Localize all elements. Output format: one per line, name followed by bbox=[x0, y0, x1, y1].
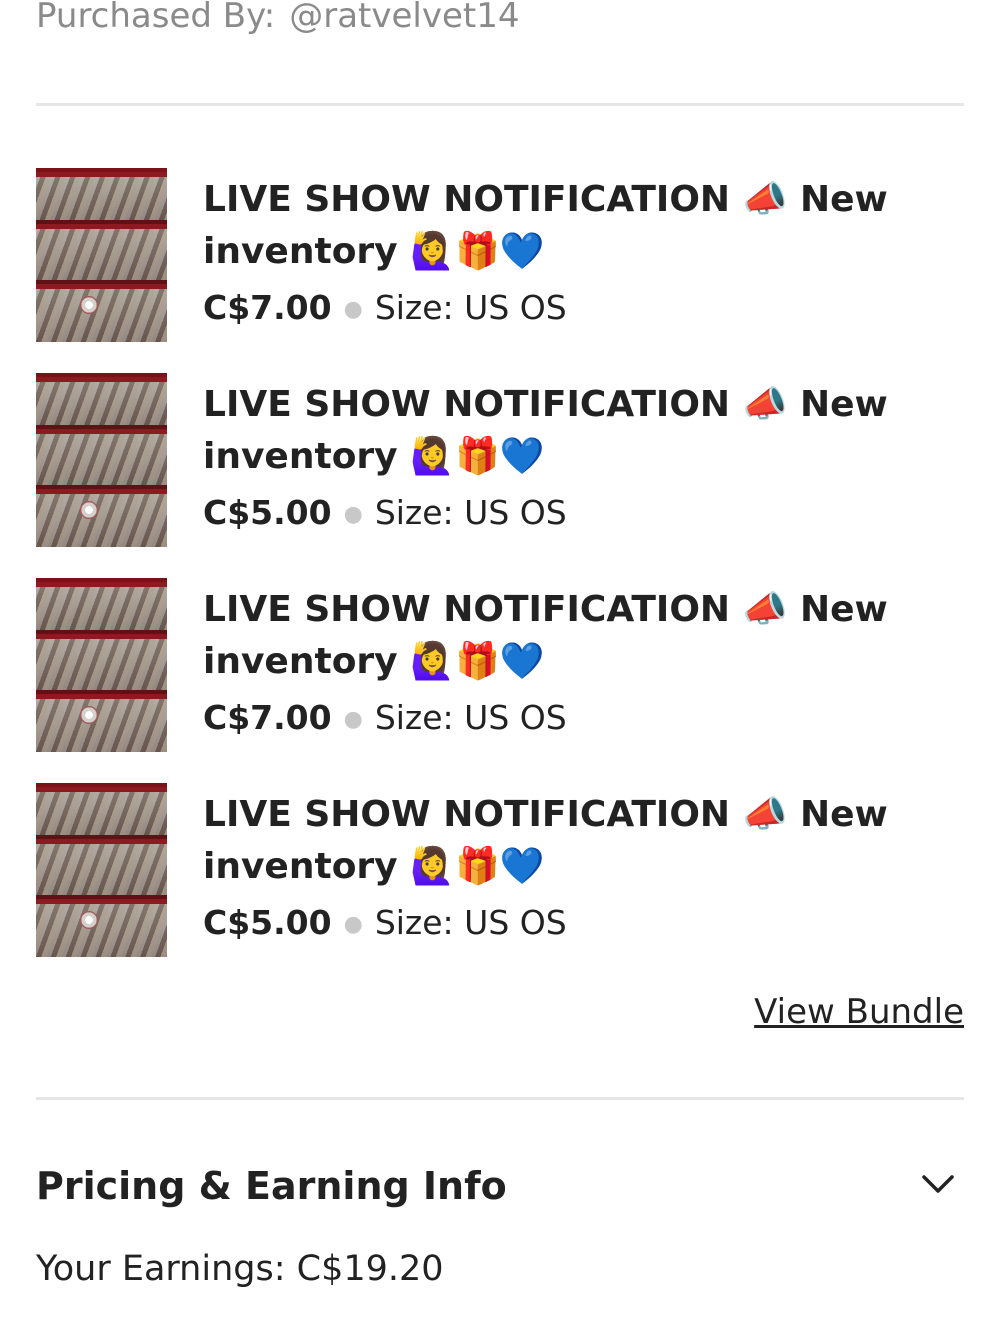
item-meta: C$5.00 ● Size: US OS bbox=[203, 897, 903, 951]
item-title-text: LIVE SHOW NOTIFICATION bbox=[203, 589, 731, 630]
item-thumbnail[interactable] bbox=[36, 373, 167, 547]
item-info: LIVE SHOW NOTIFICATION 📣 New inventory 🙋… bbox=[203, 789, 903, 951]
chevron-down-icon[interactable] bbox=[920, 1166, 956, 1202]
item-price: C$5.00 bbox=[203, 493, 332, 532]
item-price: C$7.00 bbox=[203, 698, 332, 737]
item-title[interactable]: LIVE SHOW NOTIFICATION 📣 New inventory 🙋… bbox=[203, 174, 903, 278]
separator-dot: ● bbox=[343, 911, 363, 937]
item-info: LIVE SHOW NOTIFICATION 📣 New inventory 🙋… bbox=[203, 174, 903, 336]
your-earnings: Your Earnings: C$19.20 bbox=[36, 1249, 444, 1289]
megaphone-icon: 📣 bbox=[742, 589, 788, 630]
megaphone-icon: 📣 bbox=[742, 179, 788, 220]
emoji-group-icon: 🙋‍♀️🎁💙 bbox=[410, 436, 545, 477]
pricing-section-title[interactable]: Pricing & Earning Info bbox=[36, 1160, 507, 1212]
item-thumbnail[interactable] bbox=[36, 783, 167, 957]
item-price: C$7.00 bbox=[203, 288, 332, 327]
buyer-username[interactable]: @ratvelvet14 bbox=[289, 0, 519, 36]
separator-dot: ● bbox=[343, 296, 363, 322]
item-title-text: LIVE SHOW NOTIFICATION bbox=[203, 794, 731, 835]
emoji-group-icon: 🙋‍♀️🎁💙 bbox=[410, 846, 545, 887]
megaphone-icon: 📣 bbox=[742, 384, 788, 425]
list-item[interactable]: LIVE SHOW NOTIFICATION 📣 New inventory 🙋… bbox=[36, 783, 964, 958]
separator-dot: ● bbox=[343, 706, 363, 732]
item-title[interactable]: LIVE SHOW NOTIFICATION 📣 New inventory 🙋… bbox=[203, 789, 903, 893]
divider bbox=[36, 1097, 964, 1100]
item-info: LIVE SHOW NOTIFICATION 📣 New inventory 🙋… bbox=[203, 584, 903, 746]
item-title[interactable]: LIVE SHOW NOTIFICATION 📣 New inventory 🙋… bbox=[203, 379, 903, 483]
item-thumbnail[interactable] bbox=[36, 168, 167, 342]
megaphone-icon: 📣 bbox=[742, 794, 788, 835]
list-item[interactable]: LIVE SHOW NOTIFICATION 📣 New inventory 🙋… bbox=[36, 373, 964, 548]
separator-dot: ● bbox=[343, 501, 363, 527]
item-title-text: LIVE SHOW NOTIFICATION bbox=[203, 179, 731, 220]
item-size: Size: US OS bbox=[374, 698, 567, 737]
divider bbox=[36, 103, 964, 106]
item-title-text: LIVE SHOW NOTIFICATION bbox=[203, 384, 731, 425]
item-size: Size: US OS bbox=[374, 903, 567, 942]
list-item[interactable]: LIVE SHOW NOTIFICATION 📣 New inventory 🙋… bbox=[36, 168, 964, 343]
view-bundle-link[interactable]: View Bundle bbox=[754, 988, 964, 1036]
emoji-group-icon: 🙋‍♀️🎁💙 bbox=[410, 641, 545, 682]
item-size: Size: US OS bbox=[374, 288, 567, 327]
purchased-by-line: Purchased By: @ratvelvet14 bbox=[36, 0, 519, 38]
item-meta: C$7.00 ● Size: US OS bbox=[203, 692, 903, 746]
item-title[interactable]: LIVE SHOW NOTIFICATION 📣 New inventory 🙋… bbox=[203, 584, 903, 688]
list-item[interactable]: LIVE SHOW NOTIFICATION 📣 New inventory 🙋… bbox=[36, 578, 964, 753]
item-meta: C$5.00 ● Size: US OS bbox=[203, 487, 903, 541]
item-thumbnail[interactable] bbox=[36, 578, 167, 752]
item-size: Size: US OS bbox=[374, 493, 567, 532]
purchased-by-label: Purchased By: bbox=[36, 0, 276, 36]
emoji-group-icon: 🙋‍♀️🎁💙 bbox=[410, 231, 545, 272]
item-price: C$5.00 bbox=[203, 903, 332, 942]
order-detail-page: Purchased By: @ratvelvet14 LIVE SHOW NOTI… bbox=[0, 0, 1000, 1333]
item-meta: C$7.00 ● Size: US OS bbox=[203, 282, 903, 336]
item-info: LIVE SHOW NOTIFICATION 📣 New inventory 🙋… bbox=[203, 379, 903, 541]
